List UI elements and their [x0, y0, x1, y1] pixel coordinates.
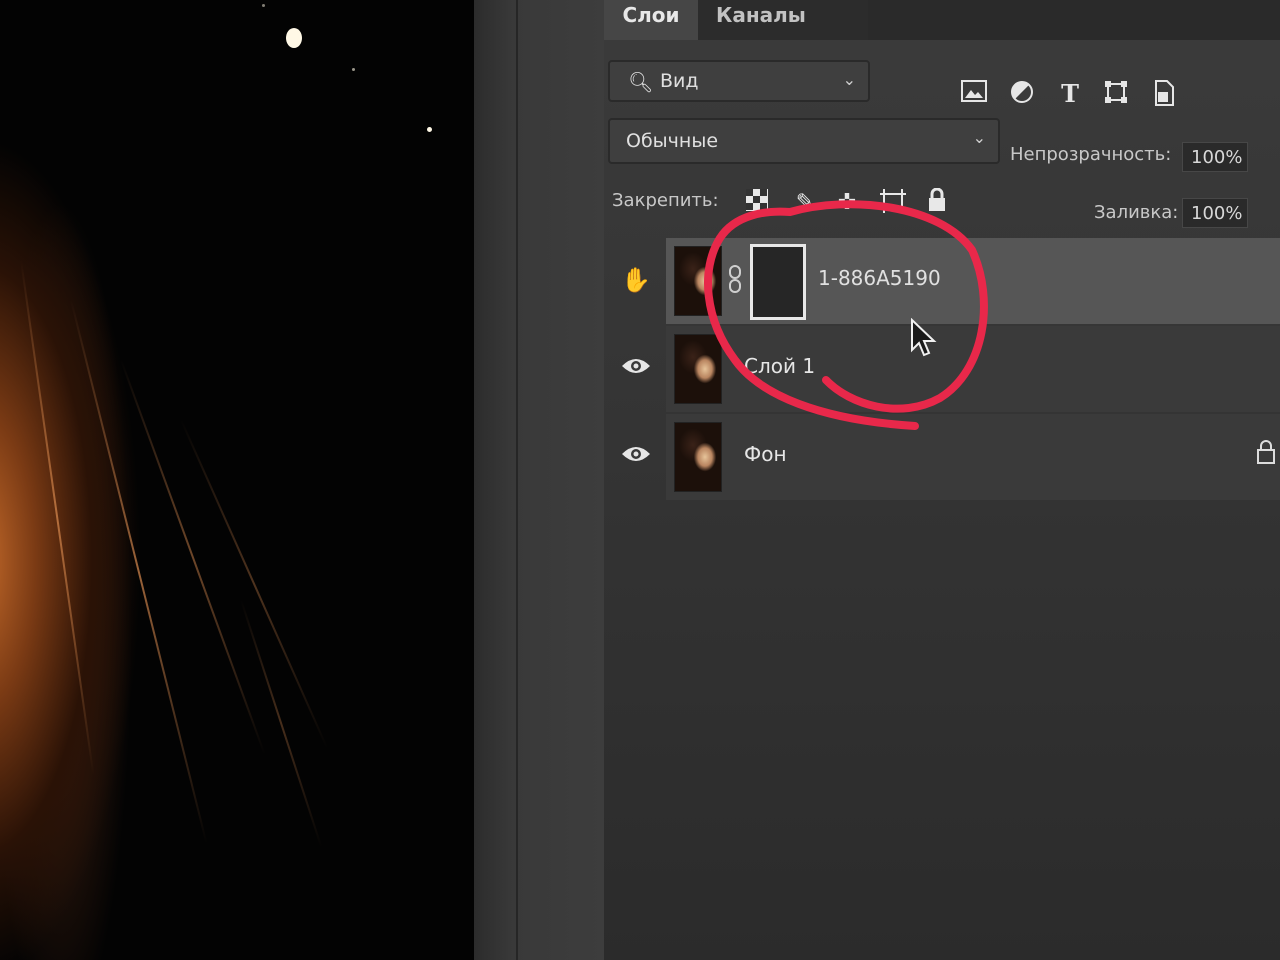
tab-channels[interactable]: Каналы — [698, 0, 886, 40]
layer-row[interactable]: ✋ 1-886A5190 — [621, 238, 1280, 324]
tab-bar-empty — [868, 0, 1280, 40]
canvas-light-speck — [352, 68, 355, 71]
smart-object-icon[interactable] — [1150, 80, 1178, 108]
lock-transparent-icon[interactable] — [742, 188, 772, 218]
document-canvas[interactable] — [0, 0, 478, 960]
search-icon: 🔍︎ — [628, 70, 654, 94]
chevron-down-icon: ⌄ — [842, 70, 856, 89]
layer-thumbnail[interactable] — [674, 422, 722, 492]
adjustment-icon[interactable] — [1008, 80, 1036, 108]
panel-frame — [474, 0, 604, 960]
hair-strand — [20, 259, 95, 775]
blend-mode-value: Обычные — [626, 130, 719, 152]
layer-name[interactable]: Фон — [744, 442, 787, 466]
layer-mask-thumbnail[interactable] — [750, 244, 806, 320]
layer-row[interactable]: Слой 1 — [622, 326, 1280, 412]
lock-pixels-icon[interactable]: ✎ — [790, 188, 820, 218]
image-icon[interactable] — [960, 80, 988, 108]
fill-label: Заливка: — [1094, 202, 1179, 223]
canvas-light-speck — [286, 28, 302, 48]
opacity-input[interactable]: 100% — [1182, 142, 1248, 172]
layer-thumbnail[interactable] — [674, 334, 722, 404]
canvas-light-speck — [427, 127, 432, 132]
chevron-down-icon: ⌄ — [972, 128, 986, 147]
fill-input[interactable]: 100% — [1182, 198, 1248, 228]
layer-filter-label: Вид — [660, 70, 699, 92]
lock-position-icon[interactable]: ✜ — [832, 188, 862, 218]
blend-mode-dropdown[interactable]: Обычные ⌄ — [608, 118, 1000, 164]
chain-link-icon[interactable] — [728, 264, 742, 299]
tab-layers[interactable]: Слои — [604, 0, 698, 40]
lock-label: Закрепить: — [612, 190, 719, 211]
canvas-light-speck — [262, 4, 265, 7]
lock-all-icon[interactable] — [922, 187, 952, 218]
type-icon[interactable]: T — [1056, 80, 1084, 108]
hair-strand — [120, 359, 266, 755]
layer-name[interactable]: Слой 1 — [744, 354, 815, 378]
mouse-pointer-icon — [910, 317, 940, 358]
layer-row[interactable]: Фон — [622, 414, 1280, 500]
layer-thumbnail[interactable] — [674, 246, 722, 316]
layer-name[interactable]: 1-886A5190 — [818, 266, 941, 290]
eye-icon[interactable] — [616, 348, 656, 388]
layer-lock-icon — [1256, 440, 1276, 470]
eye-icon[interactable] — [616, 436, 656, 476]
layer-filter-dropdown[interactable]: 🔍︎ Вид ⌄ — [608, 60, 870, 102]
shape-icon[interactable] — [1102, 80, 1130, 108]
layers-panel: Слои Каналы 🔍︎ Вид ⌄ T Обычные ⌄ Непрозр… — [604, 0, 1280, 960]
opacity-label: Непрозрачность: — [1010, 144, 1172, 165]
hand-cursor-icon[interactable]: ✋ — [616, 260, 656, 300]
lock-artboard-icon[interactable] — [878, 188, 908, 218]
